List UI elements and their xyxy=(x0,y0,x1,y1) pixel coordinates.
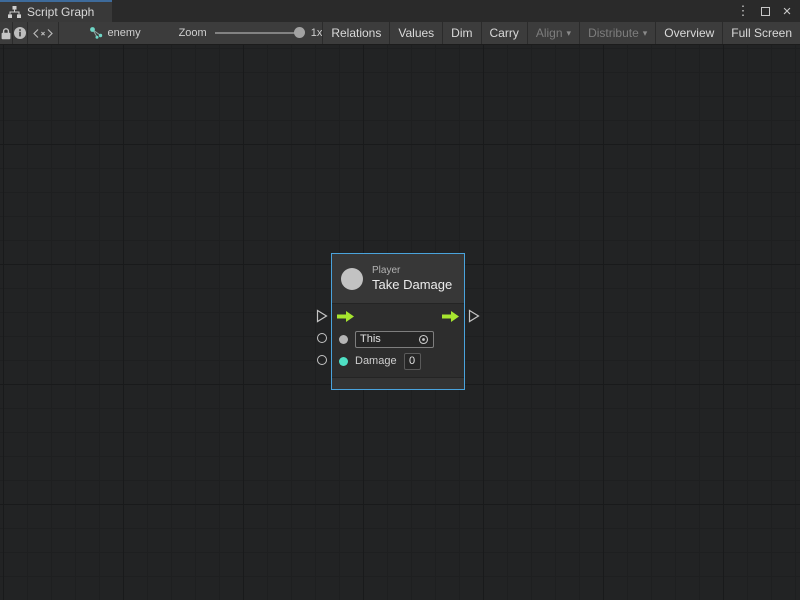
window-titlebar: Script Graph ⋮ × xyxy=(0,0,800,22)
node-footer xyxy=(332,377,464,389)
input-this-connector[interactable] xyxy=(317,333,327,343)
node-body: This Damage 0 xyxy=(332,304,464,377)
this-field-label: This xyxy=(360,333,381,345)
take-damage-node[interactable]: Player Take Damage xyxy=(331,253,465,390)
script-graph-icon xyxy=(8,6,21,18)
dim-button[interactable]: Dim xyxy=(442,22,480,44)
node-kicker-label: Player xyxy=(372,264,452,277)
this-port-dot[interactable] xyxy=(339,335,348,344)
node-title-label: Take Damage xyxy=(372,277,452,293)
lock-button[interactable] xyxy=(0,22,13,44)
dropdown-arrow-icon: ▾ xyxy=(567,28,572,39)
object-picker-icon[interactable] xyxy=(418,334,429,345)
damage-value-input[interactable]: 0 xyxy=(404,353,421,370)
values-button[interactable]: Values xyxy=(389,22,442,44)
graph-toolbar: enemy Zoom 1x Relations Values Dim Carry… xyxy=(0,22,800,45)
relations-button[interactable]: Relations xyxy=(322,22,389,44)
align-button: Align▾ xyxy=(527,22,579,44)
graph-breadcrumb[interactable]: enemy xyxy=(79,22,151,44)
close-icon[interactable]: × xyxy=(778,2,796,20)
full-screen-button[interactable]: Full Screen xyxy=(722,22,800,44)
distribute-button: Distribute▾ xyxy=(579,22,655,44)
dropdown-arrow-icon: ▾ xyxy=(643,28,648,39)
input-damage-connector[interactable] xyxy=(317,355,327,365)
unit-sphere-icon xyxy=(341,268,363,290)
damage-port-dot[interactable] xyxy=(339,357,348,366)
angle-brackets-x-icon xyxy=(32,28,54,39)
overview-button[interactable]: Overview xyxy=(655,22,722,44)
edit-graph-button[interactable] xyxy=(28,22,59,44)
zoom-slider-handle[interactable] xyxy=(294,27,305,38)
graph-name-label: enemy xyxy=(108,27,141,39)
carry-button[interactable]: Carry xyxy=(481,22,527,44)
tab-script-graph[interactable]: Script Graph xyxy=(0,0,112,22)
kebab-menu-icon[interactable]: ⋮ xyxy=(734,2,752,20)
tab-label: Script Graph xyxy=(27,5,94,19)
info-button[interactable] xyxy=(13,22,28,44)
info-icon xyxy=(13,26,27,40)
zoom-label: Zoom xyxy=(179,27,207,39)
maximize-icon[interactable] xyxy=(756,2,774,20)
graph-node-icon xyxy=(89,27,103,39)
zoom-value-label: 1x xyxy=(311,27,323,39)
damage-port-label: Damage xyxy=(355,355,397,367)
node-header[interactable]: Player Take Damage xyxy=(332,254,464,304)
zoom-control: Zoom 1x xyxy=(179,22,323,44)
this-object-field[interactable]: This xyxy=(355,331,434,348)
lock-icon xyxy=(0,27,12,40)
graph-canvas[interactable]: Player Take Damage xyxy=(0,45,800,600)
output-exec-connector[interactable] xyxy=(468,309,480,328)
zoom-slider[interactable] xyxy=(215,32,303,34)
damage-value: 0 xyxy=(409,355,415,367)
exec-input-port[interactable] xyxy=(337,311,354,322)
input-exec-connector[interactable] xyxy=(316,309,328,328)
exec-output-port[interactable] xyxy=(442,311,459,322)
